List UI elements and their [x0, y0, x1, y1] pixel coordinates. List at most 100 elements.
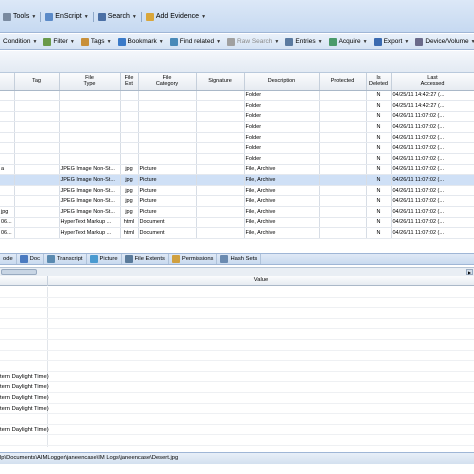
toolbar-bookmark-button[interactable]: Bookmark ▼ — [115, 37, 167, 46]
table-row[interactable]: a JPEG Image Non-St... jpg Picture File, Arc… — [0, 164, 474, 176]
table-row[interactable]: Folder N 04/26/11 11:07:02 (... — [0, 142, 474, 155]
menu-enscript[interactable]: EnScript ▼ — [42, 12, 91, 21]
table-cell: 04/26/11 11:07:02 (... — [391, 153, 474, 165]
property-row[interactable] — [0, 414, 474, 425]
table-row[interactable]: 06... HyperText Markup ... html Document Fil… — [0, 227, 474, 239]
column-header[interactable] — [0, 73, 15, 91]
table-row[interactable]: Folder N 04/25/11 14:42:27 (... — [0, 90, 474, 102]
value-column-header[interactable]: Value — [48, 277, 474, 283]
property-row[interactable]: tern Daylight Time) — [0, 382, 474, 393]
table-row[interactable]: Folder N 04/26/11 11:07:02 (... — [0, 121, 474, 133]
tab-file-extents[interactable]: File Extents — [122, 254, 169, 264]
property-row[interactable] — [0, 351, 474, 362]
table-cell — [319, 227, 367, 239]
table-cell — [0, 185, 15, 197]
chevron-down-icon: ▼ — [317, 38, 323, 45]
table-cell: jpg — [0, 206, 15, 218]
tab-transcript[interactable]: Transcript — [44, 254, 87, 264]
property-row[interactable]: tern Daylight Time) — [0, 404, 474, 415]
table-cell — [319, 100, 367, 112]
column-header[interactable]: File Category — [138, 73, 197, 91]
property-text: tern Daylight Time) — [0, 373, 49, 380]
tab-label: Transcript — [56, 256, 83, 262]
column-header[interactable]: Last Accessed — [391, 73, 474, 91]
toolbar-find-related-button[interactable]: Find related ▼ — [167, 37, 224, 46]
table-row[interactable]: JPEG Image Non-St... jpg Picture File, Arch… — [0, 195, 474, 208]
table-cell: Folder — [244, 132, 320, 144]
property-row[interactable] — [0, 298, 474, 309]
table-cell: 04/26/11 11:07:02 (... — [391, 121, 474, 133]
table-cell — [0, 174, 15, 186]
menu-search[interactable]: Search ▼ — [95, 12, 140, 21]
add-evidence-icon — [145, 12, 154, 21]
permissions-icon — [171, 255, 180, 263]
tag-icon — [80, 37, 89, 46]
property-row[interactable] — [0, 340, 474, 351]
toolbar-tags-button[interactable]: Tags ▼ — [78, 37, 115, 46]
chevron-down-icon: ▼ — [31, 13, 37, 20]
table-row[interactable]: JPEG Image Non-St... jpg Picture File, Arch… — [0, 174, 474, 186]
menu-tools[interactable]: Tools ▼ — [0, 12, 39, 21]
toolbar-condition-button[interactable]: Condition ▼ — [0, 38, 40, 45]
table-row[interactable]: Folder N 04/25/11 14:42:27 (... — [0, 100, 474, 112]
table-cell: JPEG Image Non-St... — [59, 185, 121, 197]
toolbar-raw-search-button[interactable]: Raw Search ▼ — [224, 37, 282, 46]
table-cell: File, Archive — [244, 227, 320, 239]
toolbar-entries-button[interactable]: Entries ▼ — [282, 37, 325, 46]
table-cell — [14, 121, 60, 133]
status-path: lp\Documents\AIMLogger\janeencase\IM Log… — [0, 455, 179, 461]
column-header[interactable]: Tag — [14, 73, 60, 91]
property-row[interactable] — [0, 308, 474, 319]
tab-picture[interactable]: Picture — [87, 254, 122, 264]
table-cell: N — [366, 121, 392, 133]
tab-ode[interactable]: ode — [0, 254, 17, 264]
tab-label: ode — [3, 256, 13, 262]
enscript-icon — [45, 12, 54, 21]
column-header[interactable]: Description — [244, 73, 320, 91]
tab-permissions[interactable]: Permissions — [169, 254, 218, 264]
table-cell: 04/26/11 11:07:02 (... — [391, 142, 474, 155]
toolbar-label: Export — [383, 38, 403, 45]
table-cell: 04/26/11 11:07:02 (... — [391, 185, 474, 197]
scrollbar-thumb[interactable] — [1, 269, 37, 275]
table-cell — [319, 90, 367, 102]
column-header[interactable]: Is Deleted — [366, 73, 392, 91]
table-cell — [0, 111, 15, 123]
tools-icon — [3, 12, 11, 21]
table-row[interactable]: Folder N 04/26/11 11:07:02 (... — [0, 111, 474, 123]
table-cell — [319, 132, 367, 144]
property-row[interactable] — [0, 435, 474, 446]
menu-bar: Tools ▼ EnScript ▼ Search ▼ Add Evidence ▼ — [0, 0, 474, 33]
toolbar-filter-button[interactable]: Filter ▼ — [40, 37, 77, 46]
property-row[interactable] — [0, 361, 474, 372]
horizontal-scrollbar[interactable]: ▶ — [0, 267, 474, 276]
column-header[interactable]: Signature — [196, 73, 245, 91]
property-row[interactable]: tern Daylight Time) — [0, 372, 474, 383]
property-row[interactable]: tern Daylight Time) — [0, 393, 474, 404]
toolbar-device-volume-button[interactable]: Device/Volume ▼ — [412, 37, 474, 46]
tab-doc[interactable]: Doc — [17, 254, 44, 264]
table-row[interactable]: Folder N 04/26/11 11:07:02 (... — [0, 153, 474, 165]
view-tabs: ode Doc Transcript Picture File Extents Permi… — [0, 253, 474, 265]
scroll-right-button[interactable]: ▶ — [466, 269, 473, 275]
toolbar-acquire-button[interactable]: Acquire ▼ — [326, 37, 371, 46]
property-row[interactable] — [0, 319, 474, 330]
menu-add-evidence[interactable]: Add Evidence ▼ — [143, 12, 209, 21]
toolbar-export-button[interactable]: Export ▼ — [371, 37, 413, 46]
table-row[interactable]: 06... HyperText Markup ... html Document Fil… — [0, 217, 474, 229]
column-header[interactable]: File Type — [59, 73, 121, 91]
table-row[interactable]: jpg JPEG Image Non-St... jpg Picture File, A… — [0, 206, 474, 218]
property-row[interactable]: tern Daylight Time) — [0, 425, 474, 436]
table-cell: Picture — [138, 185, 197, 197]
tab-hash-sets[interactable]: Hash Sets — [217, 254, 262, 264]
table-row[interactable]: Folder N 04/26/11 11:07:02 (... — [0, 132, 474, 144]
table-row[interactable]: JPEG Image Non-St... jpg Picture File, Arch… — [0, 185, 474, 197]
chevron-down-icon: ▼ — [404, 38, 410, 45]
table-cell — [319, 111, 367, 123]
property-row[interactable] — [0, 329, 474, 340]
table-cell — [196, 121, 245, 133]
property-row[interactable] — [0, 287, 474, 298]
column-header[interactable]: Protected — [319, 73, 367, 91]
entries-icon — [285, 37, 294, 46]
column-header[interactable]: File Ext — [120, 73, 139, 91]
